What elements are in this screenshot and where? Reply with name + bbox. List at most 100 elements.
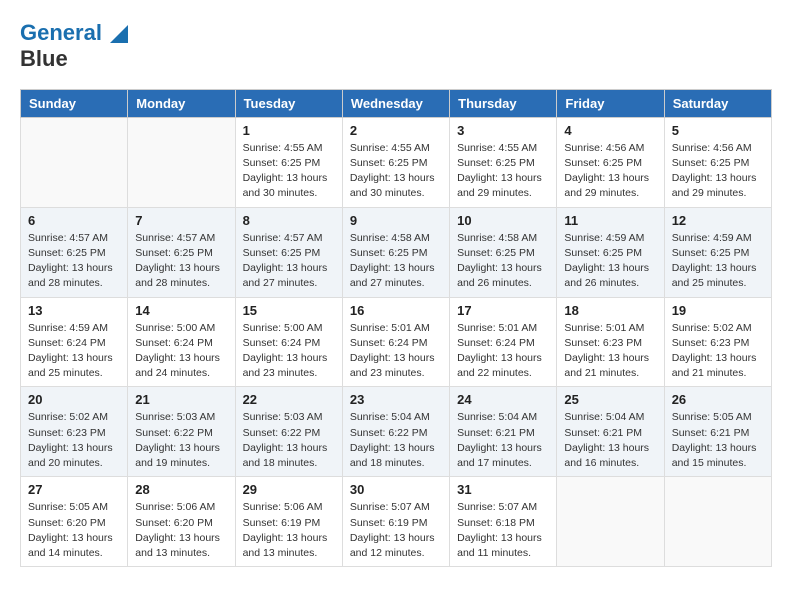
- day-number: 26: [672, 392, 764, 407]
- day-number: 31: [457, 482, 549, 497]
- day-info: Sunrise: 5:03 AM Sunset: 6:22 PM Dayligh…: [135, 410, 227, 471]
- day-info: Sunrise: 5:03 AM Sunset: 6:22 PM Dayligh…: [243, 410, 335, 471]
- day-number: 19: [672, 303, 764, 318]
- day-info: Sunrise: 4:57 AM Sunset: 6:25 PM Dayligh…: [135, 231, 227, 292]
- day-info: Sunrise: 5:01 AM Sunset: 6:24 PM Dayligh…: [350, 321, 442, 382]
- calendar-day-8: 8 Sunrise: 4:57 AM Sunset: 6:25 PM Daylig…: [235, 207, 342, 297]
- calendar-week-row: 20Sunrise: 5:02 AM Sunset: 6:23 PM Dayli…: [21, 387, 772, 477]
- calendar-day-3: 3 Sunrise: 4:55 AM Sunset: 6:25 PM Daylig…: [450, 117, 557, 207]
- calendar-day-21: 21 Sunrise: 5:03 AM Sunset: 6:22 PM Dayli…: [128, 387, 235, 477]
- calendar-day-24: 24 Sunrise: 5:04 AM Sunset: 6:21 PM Dayli…: [450, 387, 557, 477]
- logo-text: General Blue: [20, 20, 128, 73]
- calendar-day-5: 5Sunrise: 4:56 AM Sunset: 6:25 PM Daylig…: [664, 117, 771, 207]
- weekday-header-thursday: Thursday: [450, 89, 557, 117]
- day-number: 3: [457, 123, 549, 138]
- day-info: Sunrise: 4:59 AM Sunset: 6:25 PM Dayligh…: [564, 231, 656, 292]
- day-info: Sunrise: 5:06 AM Sunset: 6:20 PM Dayligh…: [135, 500, 227, 561]
- day-number: 18: [564, 303, 656, 318]
- weekday-header-sunday: Sunday: [21, 89, 128, 117]
- day-number: 10: [457, 213, 549, 228]
- calendar-day-16: 16 Sunrise: 5:01 AM Sunset: 6:24 PM Dayli…: [342, 297, 449, 387]
- calendar-day-18: 18 Sunrise: 5:01 AM Sunset: 6:23 PM Dayli…: [557, 297, 664, 387]
- day-number: 6: [28, 213, 120, 228]
- calendar-day-28: 28 Sunrise: 5:06 AM Sunset: 6:20 PM Dayli…: [128, 477, 235, 567]
- weekday-header-monday: Monday: [128, 89, 235, 117]
- calendar-day-12: 12 Sunrise: 4:59 AM Sunset: 6:25 PM Dayli…: [664, 207, 771, 297]
- calendar-day-6: 6 Sunrise: 4:57 AM Sunset: 6:25 PM Daylig…: [21, 207, 128, 297]
- day-info: Sunrise: 4:58 AM Sunset: 6:25 PM Dayligh…: [350, 231, 442, 292]
- calendar-week-row: 13Sunrise: 4:59 AM Sunset: 6:24 PM Dayli…: [21, 297, 772, 387]
- day-info: Sunrise: 4:55 AM Sunset: 6:25 PM Dayligh…: [243, 141, 335, 202]
- calendar-day-10: 10 Sunrise: 4:58 AM Sunset: 6:25 PM Dayli…: [450, 207, 557, 297]
- day-info: Sunrise: 5:00 AM Sunset: 6:24 PM Dayligh…: [135, 321, 227, 382]
- day-number: 30: [350, 482, 442, 497]
- calendar-day-29: 29 Sunrise: 5:06 AM Sunset: 6:19 PM Dayli…: [235, 477, 342, 567]
- day-info: Sunrise: 4:56 AM Sunset: 6:25 PM Dayligh…: [672, 141, 764, 202]
- calendar-day-13: 13Sunrise: 4:59 AM Sunset: 6:24 PM Dayli…: [21, 297, 128, 387]
- calendar-day-23: 23Sunrise: 5:04 AM Sunset: 6:22 PM Dayli…: [342, 387, 449, 477]
- calendar-empty-cell: [128, 117, 235, 207]
- day-number: 24: [457, 392, 549, 407]
- day-number: 4: [564, 123, 656, 138]
- day-number: 8: [243, 213, 335, 228]
- day-number: 29: [243, 482, 335, 497]
- weekday-header-tuesday: Tuesday: [235, 89, 342, 117]
- calendar-table: SundayMondayTuesdayWednesdayThursdayFrid…: [20, 89, 772, 567]
- calendar-empty-cell: [21, 117, 128, 207]
- day-info: Sunrise: 5:06 AM Sunset: 6:19 PM Dayligh…: [243, 500, 335, 561]
- day-number: 15: [243, 303, 335, 318]
- calendar-day-15: 15 Sunrise: 5:00 AM Sunset: 6:24 PM Dayli…: [235, 297, 342, 387]
- day-info: Sunrise: 4:55 AM Sunset: 6:25 PM Dayligh…: [350, 141, 442, 202]
- day-info: Sunrise: 5:04 AM Sunset: 6:21 PM Dayligh…: [457, 410, 549, 471]
- calendar-day-31: 31 Sunrise: 5:07 AM Sunset: 6:18 PM Dayli…: [450, 477, 557, 567]
- day-number: 7: [135, 213, 227, 228]
- day-info: Sunrise: 4:58 AM Sunset: 6:25 PM Dayligh…: [457, 231, 549, 292]
- day-number: 22: [243, 392, 335, 407]
- page-header: General Blue: [20, 20, 772, 73]
- calendar-day-9: 9 Sunrise: 4:58 AM Sunset: 6:25 PM Daylig…: [342, 207, 449, 297]
- day-number: 17: [457, 303, 549, 318]
- calendar-header-row: SundayMondayTuesdayWednesdayThursdayFrid…: [21, 89, 772, 117]
- day-number: 27: [28, 482, 120, 497]
- day-info: Sunrise: 4:57 AM Sunset: 6:25 PM Dayligh…: [243, 231, 335, 292]
- calendar-week-row: 6 Sunrise: 4:57 AM Sunset: 6:25 PM Daylig…: [21, 207, 772, 297]
- calendar-day-4: 4 Sunrise: 4:56 AM Sunset: 6:25 PM Daylig…: [557, 117, 664, 207]
- day-info: Sunrise: 4:57 AM Sunset: 6:25 PM Dayligh…: [28, 231, 120, 292]
- weekday-header-friday: Friday: [557, 89, 664, 117]
- day-info: Sunrise: 4:55 AM Sunset: 6:25 PM Dayligh…: [457, 141, 549, 202]
- logo-icon: [110, 25, 128, 43]
- day-number: 20: [28, 392, 120, 407]
- day-info: Sunrise: 5:00 AM Sunset: 6:24 PM Dayligh…: [243, 321, 335, 382]
- day-info: Sunrise: 5:01 AM Sunset: 6:24 PM Dayligh…: [457, 321, 549, 382]
- calendar-day-30: 30 Sunrise: 5:07 AM Sunset: 6:19 PM Dayli…: [342, 477, 449, 567]
- day-info: Sunrise: 5:07 AM Sunset: 6:18 PM Dayligh…: [457, 500, 549, 561]
- calendar-day-2: 2Sunrise: 4:55 AM Sunset: 6:25 PM Daylig…: [342, 117, 449, 207]
- calendar-day-19: 19Sunrise: 5:02 AM Sunset: 6:23 PM Dayli…: [664, 297, 771, 387]
- day-number: 12: [672, 213, 764, 228]
- day-number: 28: [135, 482, 227, 497]
- weekday-header-wednesday: Wednesday: [342, 89, 449, 117]
- day-number: 13: [28, 303, 120, 318]
- day-info: Sunrise: 5:07 AM Sunset: 6:19 PM Dayligh…: [350, 500, 442, 561]
- calendar-day-20: 20Sunrise: 5:02 AM Sunset: 6:23 PM Dayli…: [21, 387, 128, 477]
- day-number: 21: [135, 392, 227, 407]
- weekday-header-saturday: Saturday: [664, 89, 771, 117]
- day-number: 1: [243, 123, 335, 138]
- calendar-week-row: 1 Sunrise: 4:55 AM Sunset: 6:25 PM Daylig…: [21, 117, 772, 207]
- day-info: Sunrise: 5:04 AM Sunset: 6:21 PM Dayligh…: [564, 410, 656, 471]
- calendar-empty-cell: [557, 477, 664, 567]
- calendar-day-11: 11Sunrise: 4:59 AM Sunset: 6:25 PM Dayli…: [557, 207, 664, 297]
- day-info: Sunrise: 4:59 AM Sunset: 6:25 PM Dayligh…: [672, 231, 764, 292]
- logo: General Blue: [20, 20, 128, 73]
- calendar-day-1: 1 Sunrise: 4:55 AM Sunset: 6:25 PM Daylig…: [235, 117, 342, 207]
- day-number: 9: [350, 213, 442, 228]
- calendar-day-25: 25 Sunrise: 5:04 AM Sunset: 6:21 PM Dayli…: [557, 387, 664, 477]
- day-info: Sunrise: 5:01 AM Sunset: 6:23 PM Dayligh…: [564, 321, 656, 382]
- day-number: 25: [564, 392, 656, 407]
- calendar-empty-cell: [664, 477, 771, 567]
- day-info: Sunrise: 4:56 AM Sunset: 6:25 PM Dayligh…: [564, 141, 656, 202]
- day-info: Sunrise: 5:04 AM Sunset: 6:22 PM Dayligh…: [350, 410, 442, 471]
- calendar-day-26: 26Sunrise: 5:05 AM Sunset: 6:21 PM Dayli…: [664, 387, 771, 477]
- day-number: 14: [135, 303, 227, 318]
- day-number: 16: [350, 303, 442, 318]
